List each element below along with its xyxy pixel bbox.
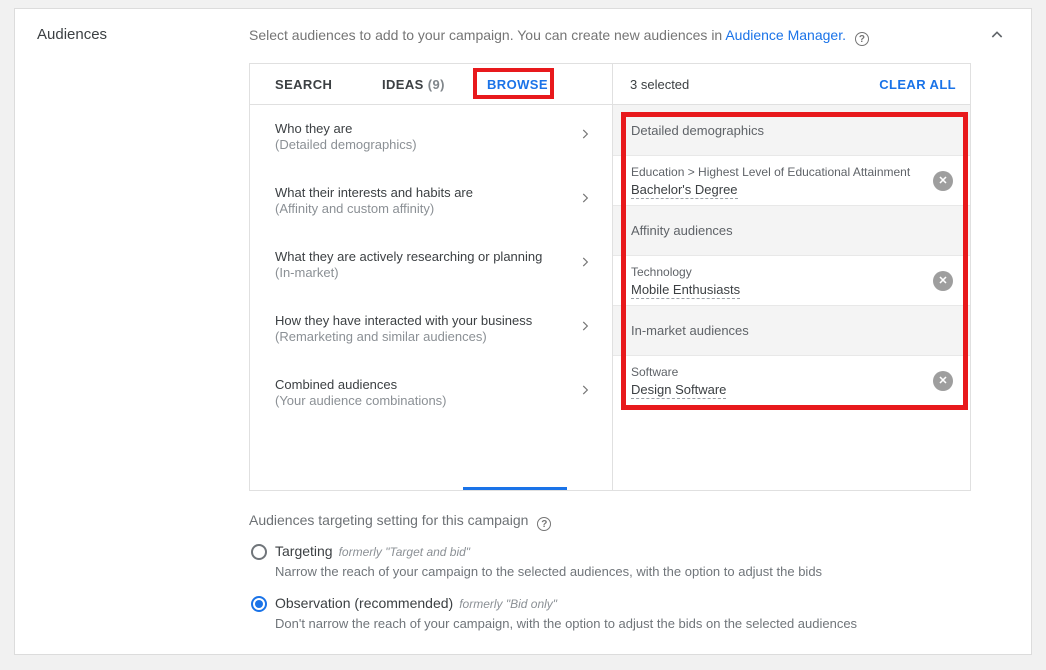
browse-row-title: How they have interacted with your busin… xyxy=(275,313,572,328)
tab-browse[interactable]: BROWSE xyxy=(487,64,548,105)
collapse-section-button[interactable] xyxy=(987,27,1007,47)
tab-ideas-label: IDEAS xyxy=(382,77,424,92)
browse-row-title: Combined audiences xyxy=(275,377,572,392)
targeting-option-description: Narrow the reach of your campaign to the… xyxy=(275,564,822,579)
browse-row-interests[interactable]: What their interests and habits are (Aff… xyxy=(250,169,612,233)
audience-value: Design Software xyxy=(631,382,726,399)
help-icon[interactable]: ? xyxy=(855,32,869,46)
targeting-option-formerly: formerly "Target and bid" xyxy=(339,545,470,559)
targeting-option-label: Targeting xyxy=(275,543,333,559)
audience-path: Software xyxy=(631,365,922,379)
audience-value: Mobile Enthusiasts xyxy=(631,282,740,299)
browse-row-title: What they are actively researching or pl… xyxy=(275,249,572,264)
selected-audience-row: Technology Mobile Enthusiasts ✕ xyxy=(613,255,970,305)
browse-row-combined[interactable]: Combined audiences (Your audience combin… xyxy=(250,361,612,425)
browse-category-list: Who they are (Detailed demographics) Wha… xyxy=(250,105,612,425)
help-icon[interactable]: ? xyxy=(537,517,551,531)
audience-path: Technology xyxy=(631,265,922,279)
audience-path: Education > Highest Level of Educational… xyxy=(631,165,922,179)
browse-row-subtitle: (Detailed demographics) xyxy=(275,137,572,152)
audience-value: Bachelor's Degree xyxy=(631,182,738,199)
browse-row-in-market[interactable]: What they are actively researching or pl… xyxy=(250,233,612,297)
chevron-right-icon xyxy=(578,255,592,274)
targeting-option: Targeting formerly "Target and bid" Narro… xyxy=(251,543,822,579)
audience-manager-link[interactable]: Audience Manager. xyxy=(725,27,846,43)
selected-section-header: Detailed demographics xyxy=(613,105,970,155)
targeting-radio[interactable] xyxy=(251,544,267,560)
chevron-up-icon xyxy=(989,27,1005,48)
remove-audience-button[interactable]: ✕ xyxy=(933,171,953,191)
targeting-setting-heading-text: Audiences targeting setting for this cam… xyxy=(249,512,528,528)
header-description-text: Select audiences to add to your campaign… xyxy=(249,27,722,43)
selected-audiences-list: Detailed demographics Education > Highes… xyxy=(613,105,970,405)
header-description: Select audiences to add to your campaign… xyxy=(249,27,869,46)
selected-section-header: In-market audiences xyxy=(613,305,970,355)
chevron-right-icon xyxy=(578,127,592,146)
observation-option-formerly: formerly "Bid only" xyxy=(459,597,557,611)
browse-row-who-they-are[interactable]: Who they are (Detailed demographics) xyxy=(250,105,612,169)
observation-radio[interactable] xyxy=(251,596,267,612)
clear-all-button[interactable]: CLEAR ALL xyxy=(879,64,956,105)
browse-row-subtitle: (Affinity and custom affinity) xyxy=(275,201,572,216)
page-title: Audiences xyxy=(37,26,107,43)
browse-row-remarketing[interactable]: How they have interacted with your busin… xyxy=(250,297,612,361)
targeting-setting-heading: Audiences targeting setting for this cam… xyxy=(249,512,551,531)
observation-option-label: Observation (recommended) xyxy=(275,595,453,611)
audiences-card: Audiences Select audiences to add to you… xyxy=(14,8,1032,655)
chevron-right-icon xyxy=(578,191,592,210)
tab-search[interactable]: SEARCH xyxy=(275,64,332,105)
tab-bar: SEARCH IDEAS (9) BROWSE 3 selected CLEAR… xyxy=(250,64,970,105)
browse-row-subtitle: (Remarketing and similar audiences) xyxy=(275,329,572,344)
tab-ideas-count: (9) xyxy=(428,77,445,92)
browse-row-title: Who they are xyxy=(275,121,572,136)
tab-ideas[interactable]: IDEAS (9) xyxy=(382,64,445,105)
chevron-right-icon xyxy=(578,319,592,338)
active-tab-indicator xyxy=(463,487,567,490)
selected-audience-row: Software Design Software ✕ xyxy=(613,355,970,405)
remove-audience-button[interactable]: ✕ xyxy=(933,271,953,291)
browse-row-title: What their interests and habits are xyxy=(275,185,572,200)
chevron-right-icon xyxy=(578,383,592,402)
observation-option-description: Don't narrow the reach of your campaign,… xyxy=(275,616,857,631)
browse-row-subtitle: (In-market) xyxy=(275,265,572,280)
observation-option: Observation (recommended) formerly "Bid o… xyxy=(251,595,857,631)
selected-section-header: Affinity audiences xyxy=(613,205,970,255)
remove-audience-button[interactable]: ✕ xyxy=(933,371,953,391)
selected-count: 3 selected xyxy=(630,64,689,105)
audience-picker-table: SEARCH IDEAS (9) BROWSE 3 selected CLEAR… xyxy=(249,63,971,491)
selected-audience-row: Education > Highest Level of Educational… xyxy=(613,155,970,205)
browse-row-subtitle: (Your audience combinations) xyxy=(275,393,572,408)
